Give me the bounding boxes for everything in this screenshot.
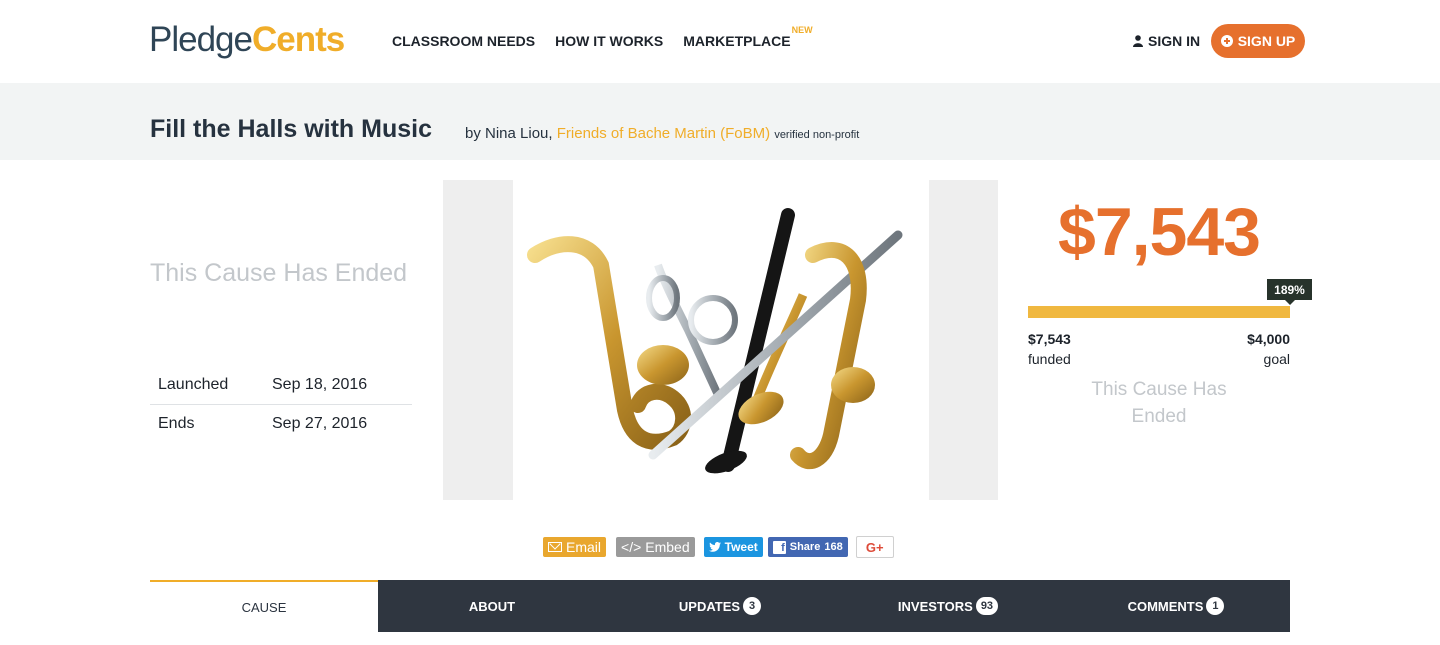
investors-count-badge: 93 — [975, 597, 999, 615]
cause-media — [443, 180, 998, 500]
ends-row: Ends Sep 27, 2016 — [150, 404, 412, 442]
envelope-icon — [548, 542, 562, 552]
tweet-button[interactable]: Tweet — [703, 537, 763, 557]
updates-count-badge: 3 — [743, 597, 762, 615]
tweet-label: Tweet — [724, 540, 758, 554]
tab-cause[interactable]: CAUSE — [150, 580, 378, 632]
funded-label: funded — [1028, 351, 1071, 367]
amount-raised: $7,543 — [1058, 194, 1261, 270]
pledgecents-logo[interactable]: PledgeCents — [149, 20, 345, 60]
embed-label: Embed — [645, 539, 690, 555]
tab-comments[interactable]: COMMENTS 1 — [1062, 580, 1290, 632]
nav-marketplace[interactable]: MARKETPLACE NEW — [683, 25, 812, 49]
verified-nonprofit-label: verified non-profit — [774, 129, 860, 141]
ends-date: Sep 27, 2016 — [272, 414, 368, 432]
share-label: Share — [789, 541, 821, 553]
comments-count-badge: 1 — [1206, 597, 1225, 615]
tab-about[interactable]: ABOUT — [378, 580, 606, 632]
twitter-bird-icon — [708, 542, 721, 552]
launched-label: Launched — [158, 376, 229, 393]
logo-text-pledge: Pledge — [149, 20, 253, 59]
launched-date: Sep 18, 2016 — [272, 376, 368, 393]
funding-progress-fill — [1028, 306, 1290, 318]
main-nav: CLASSROOM NEEDS HOW IT WORKS MARKETPLACE… — [392, 25, 813, 49]
tab-comments-label: COMMENTS — [1127, 598, 1204, 614]
share-buttons: Email </> Embed Tweet f Share 168 G+ — [543, 536, 894, 558]
cause-title: Fill the Halls with Music — [150, 115, 432, 143]
facebook-share-button[interactable]: f Share 168 — [767, 537, 848, 557]
cause-ended-status: This Cause Has Ended — [150, 259, 408, 287]
top-navigation-bar: PledgeCents CLASSROOM NEEDS HOW IT WORKS… — [0, 0, 1440, 83]
tab-cause-label: CAUSE — [241, 599, 287, 615]
sign-in-link[interactable]: SIGN IN — [1133, 33, 1200, 49]
code-icon: </> — [621, 539, 642, 555]
sign-up-button[interactable]: SIGN UP — [1211, 24, 1305, 58]
cause-dates-table: Launched Sep 18, 2016 Ends Sep 27, 2016 — [150, 366, 412, 442]
launched-row: Launched Sep 18, 2016 — [150, 366, 412, 404]
google-plus-button[interactable]: G+ — [855, 536, 894, 558]
tab-updates[interactable]: UPDATES 3 — [606, 580, 834, 632]
instruments-illustration — [527, 208, 903, 474]
plus-circle-icon — [1220, 35, 1233, 47]
funding-progress-bar — [1028, 306, 1290, 318]
new-badge: NEW — [791, 25, 813, 35]
sign-up-label: SIGN UP — [1237, 33, 1296, 49]
ends-label: Ends — [158, 414, 195, 432]
nav-classroom-needs[interactable]: CLASSROOM NEEDS — [392, 33, 535, 49]
goal-label: goal — [1263, 351, 1290, 367]
user-icon — [1133, 35, 1143, 47]
tab-investors-label: INVESTORS — [897, 598, 973, 614]
email-label: Email — [566, 539, 602, 555]
facebook-icon: f — [772, 540, 786, 554]
tab-updates-label: UPDATES — [678, 598, 741, 614]
cause-tabs: CAUSE ABOUT UPDATES 3 INVESTORS 93 COMME… — [150, 580, 1290, 632]
organization-link[interactable]: Friends of Bache Martin (FoBM) — [557, 125, 770, 142]
email-share-button[interactable]: Email — [543, 537, 607, 557]
funding-ended-status: This Cause Has Ended — [1091, 379, 1227, 427]
nav-how-it-works[interactable]: HOW IT WORKS — [555, 33, 663, 49]
tab-about-label: ABOUT — [468, 598, 516, 614]
share-count: 168 — [824, 541, 843, 553]
cause-byline: by Nina Liou, Friends of Bache Martin (F… — [465, 125, 859, 142]
logo-text-cents: Cents — [251, 20, 345, 59]
byline-author: by Nina Liou, — [465, 125, 557, 142]
instruments-image — [513, 180, 929, 500]
nav-marketplace-label: MARKETPLACE — [683, 33, 791, 49]
funded-value: $7,543 — [1028, 331, 1071, 347]
percent-funded-tooltip: 189% — [1267, 279, 1312, 305]
google-plus-icon: G+ — [865, 539, 884, 555]
sign-in-label: SIGN IN — [1148, 33, 1201, 49]
goal-value: $4,000 — [1247, 331, 1290, 347]
embed-button[interactable]: </> Embed — [616, 537, 695, 557]
tab-investors[interactable]: INVESTORS 93 — [834, 580, 1062, 632]
